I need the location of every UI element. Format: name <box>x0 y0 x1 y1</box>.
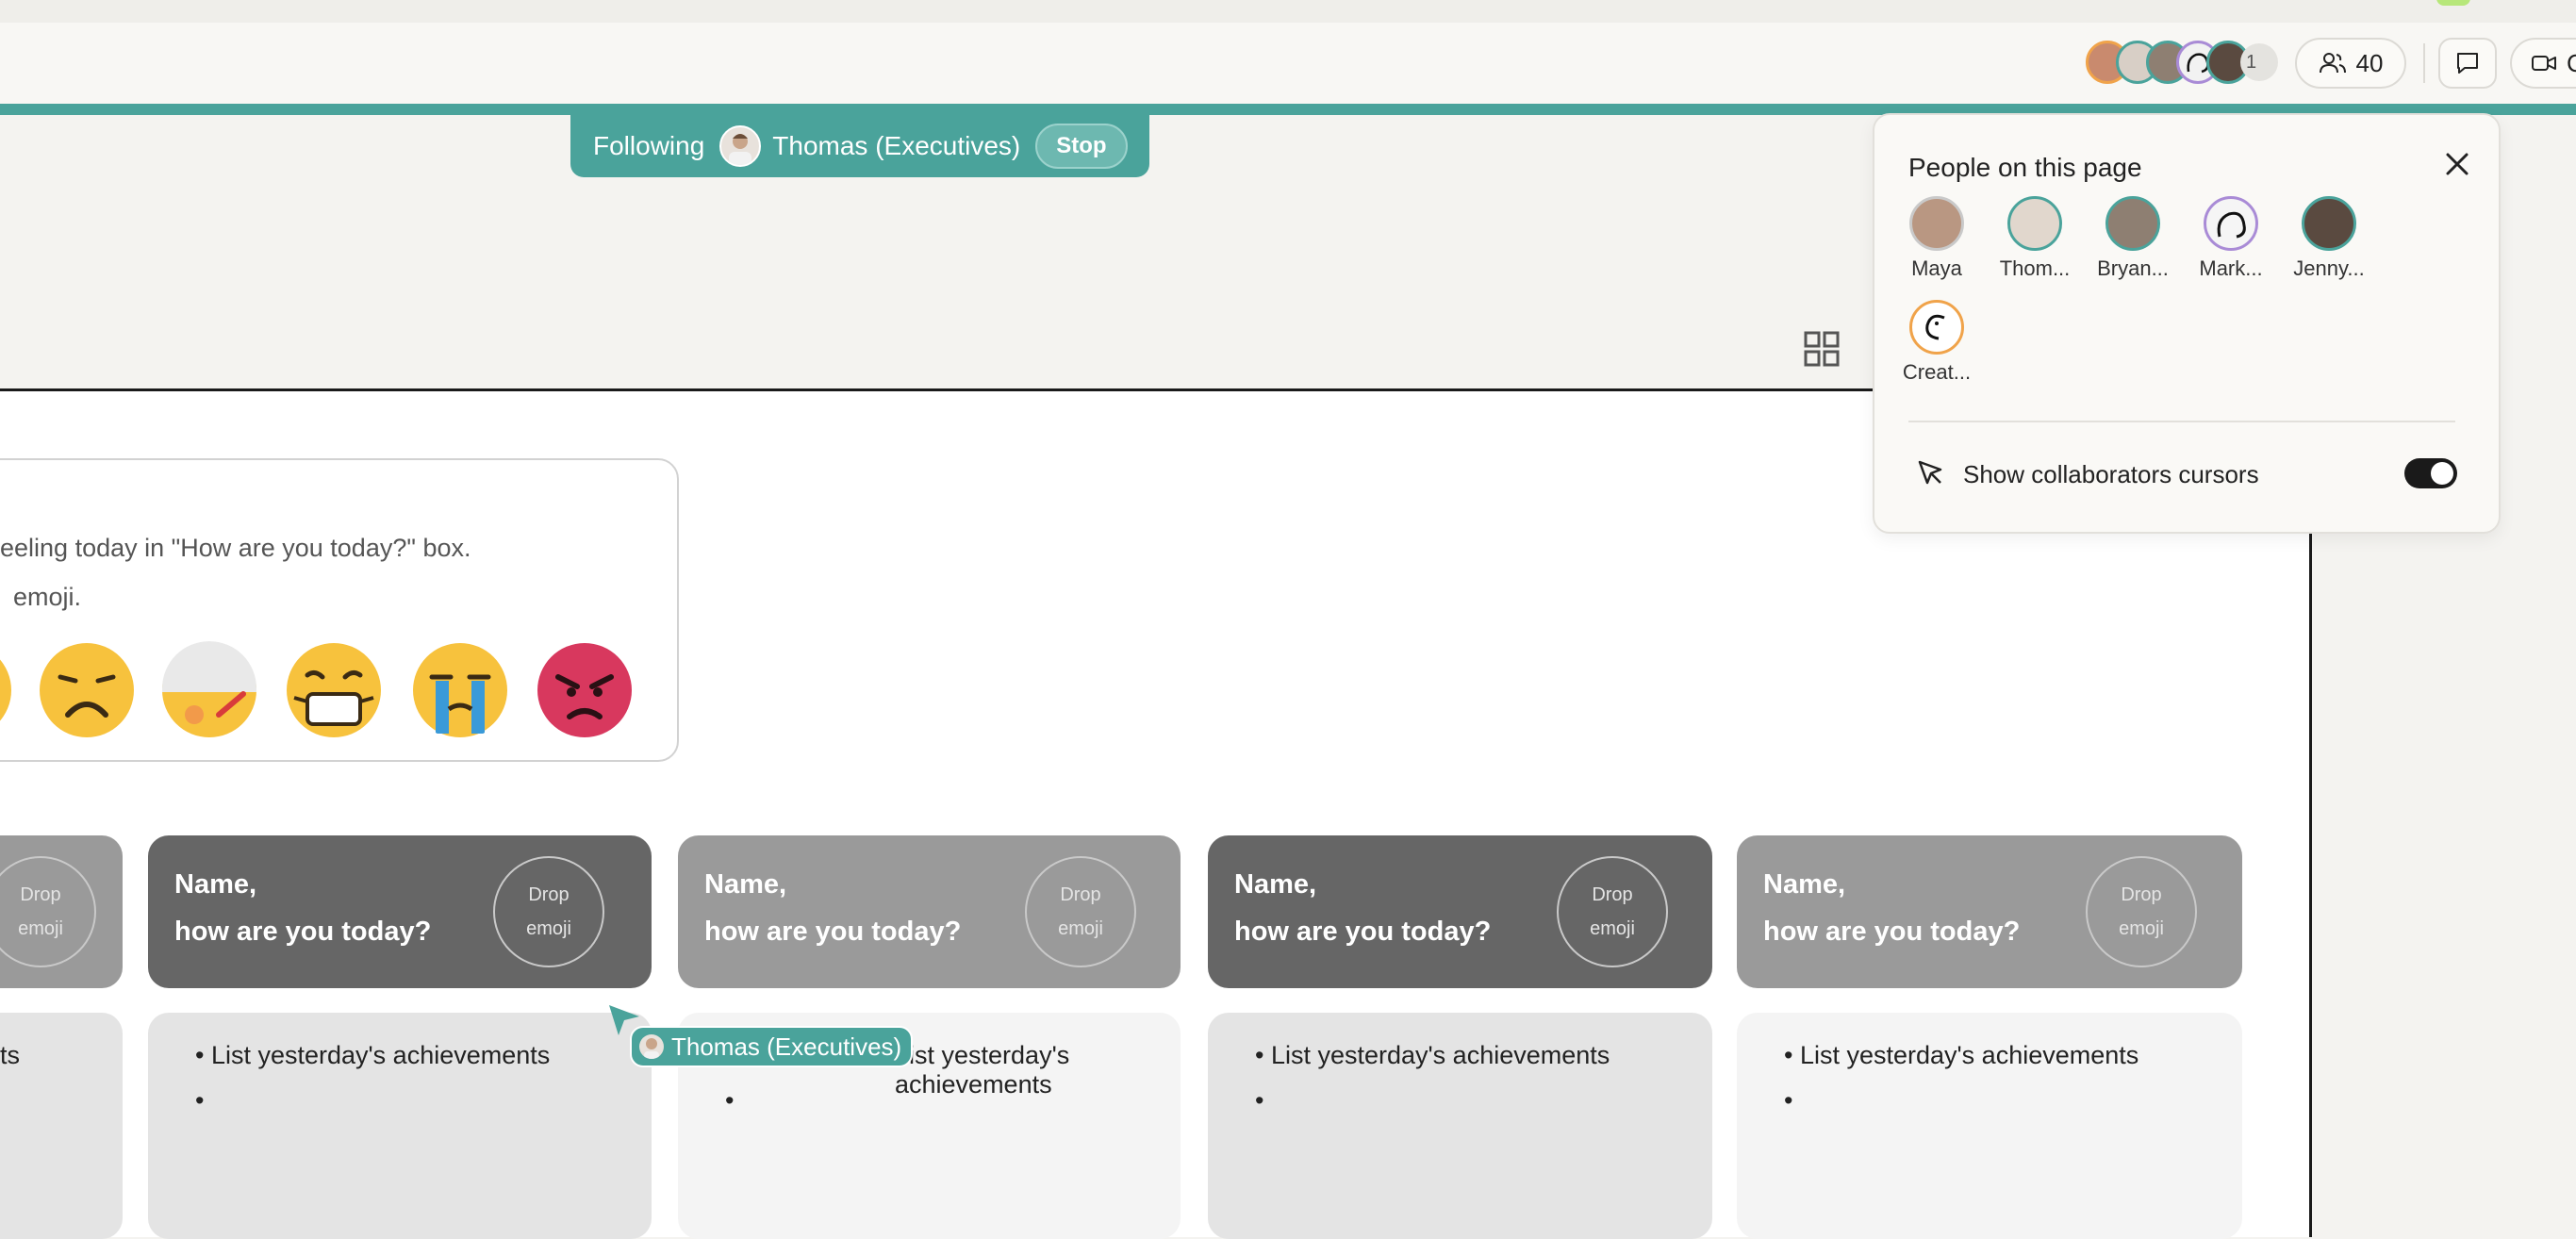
card-list-item[interactable]: • List yesterday's achievements <box>1255 1041 1610 1070</box>
drop-emoji-target[interactable]: Drop emoji <box>0 856 96 967</box>
avatar-overflow-count[interactable]: 1 <box>2240 43 2278 81</box>
cursor-pointer-icon <box>1918 460 1942 485</box>
video-call-button[interactable]: C <box>2510 38 2576 89</box>
instruction-line-1: eeling today in "How are you today?" box… <box>0 534 471 562</box>
card-header: Name, how are you today? Drop emoji <box>1737 835 2242 988</box>
top-strip <box>0 0 2576 23</box>
card-name: Name, <box>174 869 257 900</box>
avatar[interactable] <box>2007 196 2062 251</box>
panel-divider <box>1908 421 2455 422</box>
toggle-knob <box>2431 462 2453 485</box>
card-header: Drop emoji <box>0 835 123 988</box>
cursor-avatar <box>639 1034 664 1059</box>
video-icon <box>2532 56 2556 71</box>
card-list-item[interactable]: List yesterday's achievements <box>895 1041 1181 1099</box>
card-list-item[interactable]: • <box>1784 1086 1792 1115</box>
card-list-item[interactable]: ts <box>0 1041 20 1070</box>
person-item[interactable]: Bryan... <box>2088 196 2178 281</box>
card-name: Name, <box>704 869 787 900</box>
collaborator-cursor-label: Thomas (Executives) <box>630 1026 914 1067</box>
grid-view-icon[interactable] <box>1803 330 1841 368</box>
person-item[interactable]: Thom... <box>1990 196 2080 281</box>
people-button[interactable]: 40 <box>2295 38 2406 89</box>
card-list-item[interactable]: • List yesterday's achievements <box>195 1041 550 1070</box>
card-body[interactable]: • List yesterday's achievements • <box>1737 1013 2242 1239</box>
emoji-mask-icon[interactable] <box>285 641 383 739</box>
card-header: Name, how are you today? Drop emoji <box>678 835 1181 988</box>
card-list-item[interactable]: • <box>1255 1086 1263 1115</box>
card-list-item[interactable]: • <box>195 1086 204 1115</box>
video-call-label: C <box>2567 48 2576 77</box>
show-cursors-toggle[interactable] <box>2404 458 2457 488</box>
comment-icon <box>2457 53 2478 74</box>
toolbar-divider <box>2423 43 2425 83</box>
card-list-item[interactable]: • List yesterday's achievements <box>1784 1041 2138 1070</box>
emoji-crying-icon[interactable] <box>411 641 509 739</box>
person-item[interactable]: Jenny... <box>2284 196 2374 281</box>
person-item[interactable]: Creat... <box>1891 300 1982 385</box>
avatar[interactable] <box>2302 196 2356 251</box>
card-body[interactable]: • List yesterday's achievements • <box>1208 1013 1712 1239</box>
person-item[interactable]: Maya <box>1891 196 1982 281</box>
collaborator-avatars[interactable]: 1 <box>2086 38 2284 89</box>
card-name: Name, <box>1763 869 1846 900</box>
stop-following-button[interactable]: Stop <box>1035 124 1128 169</box>
card-header: Name, how are you today? Drop emoji <box>148 835 652 988</box>
drop-emoji-target[interactable]: Drop emoji <box>1025 856 1136 967</box>
avatar[interactable] <box>1909 196 1964 251</box>
following-label: Following <box>593 131 705 160</box>
card-body[interactable]: ts <box>0 1013 123 1239</box>
people-panel: People on this page Maya Thom... Bryan..… <box>1873 113 2501 534</box>
show-cursors-label: Show collaborators cursors <box>1963 460 2259 488</box>
avatar[interactable] <box>1909 300 1964 355</box>
card-question: how are you today? <box>1234 917 1492 947</box>
avatar[interactable] <box>2105 196 2160 251</box>
close-icon[interactable] <box>2444 151 2470 177</box>
card-question: how are you today? <box>1763 917 2021 947</box>
card-name: Name, <box>1234 869 1317 900</box>
drop-emoji-target[interactable]: Drop emoji <box>1557 856 1668 967</box>
cursor-user-name: Thomas (Executives) <box>671 1032 902 1061</box>
comment-button[interactable] <box>2438 38 2497 89</box>
people-panel-title: People on this page <box>1908 153 2142 182</box>
people-icon <box>2319 53 2346 74</box>
card-question: how are you today? <box>704 917 962 947</box>
followed-user-name: Thomas (Executives) <box>772 131 1021 160</box>
card-question: how are you today? <box>174 917 432 947</box>
status-indicator <box>2436 0 2470 6</box>
emoji-sick-thermometer-icon[interactable] <box>160 641 258 739</box>
followed-user-avatar <box>719 125 762 167</box>
emoji-angry-icon[interactable] <box>536 641 634 739</box>
card-header: Name, how are you today? Drop emoji <box>1208 835 1712 988</box>
card-body[interactable]: • List yesterday's achievements • <box>148 1013 652 1239</box>
drop-emoji-target[interactable]: Drop emoji <box>2086 856 2197 967</box>
avatar[interactable] <box>2204 196 2258 251</box>
instruction-line-2: emoji. <box>13 583 82 611</box>
people-count: 40 <box>2355 48 2384 77</box>
drop-emoji-target[interactable]: Drop emoji <box>493 856 604 967</box>
card-list-item[interactable]: • <box>725 1086 734 1115</box>
person-item[interactable]: Mark... <box>2186 196 2276 281</box>
following-banner: Following Thomas (Executives) Stop <box>570 115 1149 177</box>
emoji-sad-icon[interactable] <box>38 641 136 739</box>
